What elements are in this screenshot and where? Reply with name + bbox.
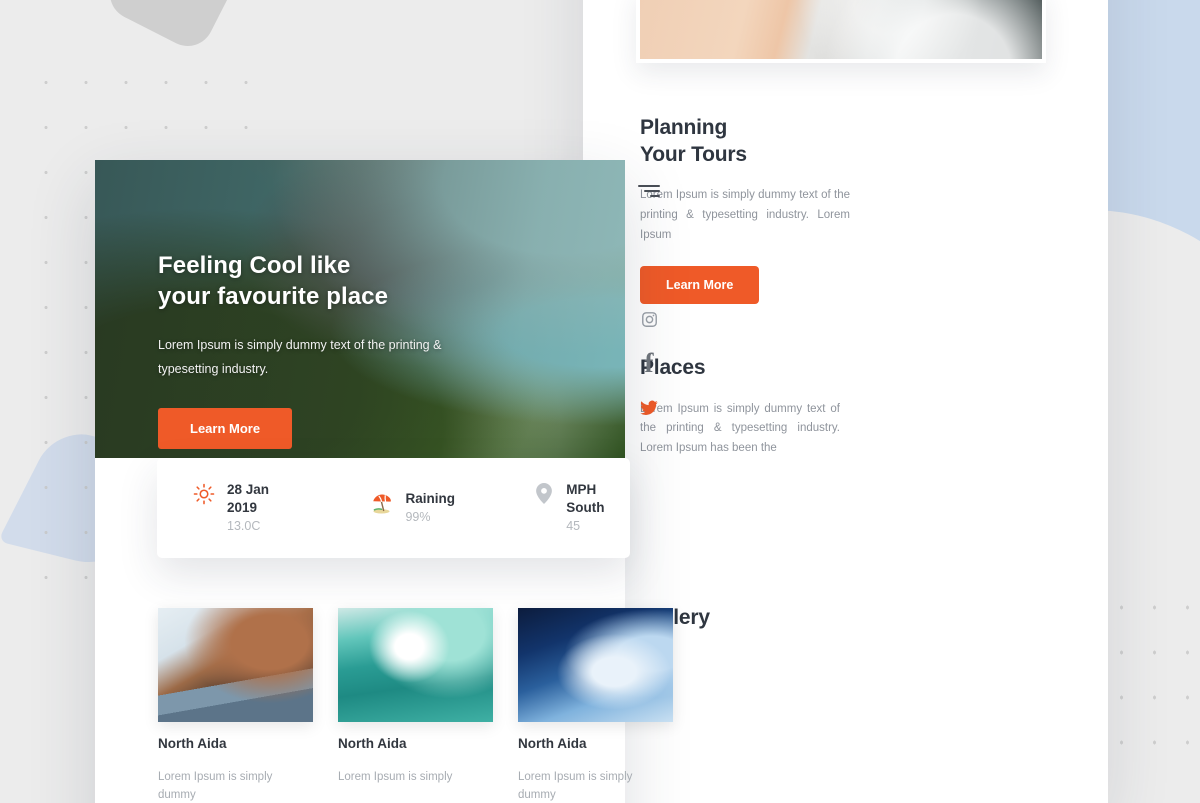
places-title: Places bbox=[640, 356, 706, 379]
hero-subtitle: Lorem Ipsum is simply dummy text of the … bbox=[158, 338, 442, 376]
hamburger-menu-icon[interactable] bbox=[629, 185, 669, 197]
trip-card[interactable]: North Aida Lorem Ipsum is simply dummy bbox=[518, 608, 673, 803]
instagram-icon[interactable] bbox=[629, 311, 669, 328]
weather-value: 99% bbox=[405, 510, 431, 524]
weather-value: 13.0C bbox=[227, 519, 261, 533]
trip-title: North Aida bbox=[158, 736, 227, 751]
dot-grid-right bbox=[1105, 585, 1200, 765]
places-section: Places Lorem Ipsum is simply dummy text … bbox=[640, 355, 840, 459]
map-pin-icon bbox=[533, 481, 554, 504]
hero-title-line1: Feeling Cool like bbox=[158, 252, 351, 279]
hero-title: Feeling Cool like your favourite place bbox=[158, 250, 488, 312]
weather-value: 45 bbox=[566, 519, 581, 533]
planning-title-line1: Planning bbox=[640, 116, 728, 139]
twitter-icon[interactable] bbox=[629, 399, 669, 418]
hero-learn-more-button[interactable]: Learn More bbox=[158, 407, 293, 449]
screenshot-canvas: Planning Your Tours Lorem Ipsum is simpl… bbox=[0, 0, 1200, 803]
left-page-panel: Feeling Cool like your favourite place L… bbox=[95, 160, 673, 803]
weather-item-date: 28 Jan 2019 13.0C bbox=[193, 481, 293, 535]
weather-label: 28 Jan 2019 bbox=[227, 482, 270, 515]
trip-card[interactable]: North Aida Lorem Ipsum is simply dummy bbox=[158, 608, 313, 803]
gray-rounded-shape bbox=[101, 0, 249, 55]
sun-icon bbox=[193, 481, 215, 505]
hero-title-line2: your favourite place bbox=[158, 283, 389, 311]
facebook-icon[interactable]: f bbox=[629, 350, 669, 377]
trip-card[interactable]: North Aida Lorem Ipsum is simply bbox=[338, 608, 493, 803]
planning-title-line2: Your Tours bbox=[640, 142, 747, 166]
beach-banner-card bbox=[636, 0, 1046, 63]
planning-title: Planning Your Tours bbox=[640, 115, 850, 168]
hero-content: Feeling Cool like your favourite place L… bbox=[158, 250, 488, 449]
social-rail: f bbox=[629, 185, 669, 418]
weather-item-condition: Raining 99% bbox=[369, 490, 455, 526]
weather-item-wind: MPH South 45 bbox=[533, 481, 630, 535]
beach-umbrella-icon bbox=[369, 490, 393, 515]
trip-image bbox=[338, 608, 493, 722]
planning-body: Lorem Ipsum is simply dummy text of the … bbox=[640, 189, 850, 241]
weather-label: MPH South bbox=[566, 482, 605, 515]
weather-info-card: 28 Jan 2019 13.0C Raining 99% MPH South … bbox=[157, 458, 630, 558]
trip-title: North Aida bbox=[518, 736, 587, 751]
hero-image: Feeling Cool like your favourite place L… bbox=[95, 160, 625, 458]
trip-image bbox=[158, 608, 313, 722]
beach-banner-image bbox=[640, 0, 1042, 59]
trip-card-row: North Aida Lorem Ipsum is simply dummy N… bbox=[158, 608, 673, 803]
trip-image bbox=[518, 608, 673, 722]
weather-label: Raining bbox=[405, 491, 455, 506]
trip-title: North Aida bbox=[338, 736, 407, 751]
planning-section: Planning Your Tours Lorem Ipsum is simpl… bbox=[640, 115, 850, 304]
trip-description: Lorem Ipsum is simply dummy bbox=[518, 771, 633, 802]
trip-description: Lorem Ipsum is simply dummy bbox=[158, 771, 273, 802]
facebook-glyph: f bbox=[644, 348, 654, 378]
trip-description: Lorem Ipsum is simply bbox=[338, 771, 453, 783]
places-body: Lorem Ipsum is simply dummy text of the … bbox=[640, 402, 840, 455]
